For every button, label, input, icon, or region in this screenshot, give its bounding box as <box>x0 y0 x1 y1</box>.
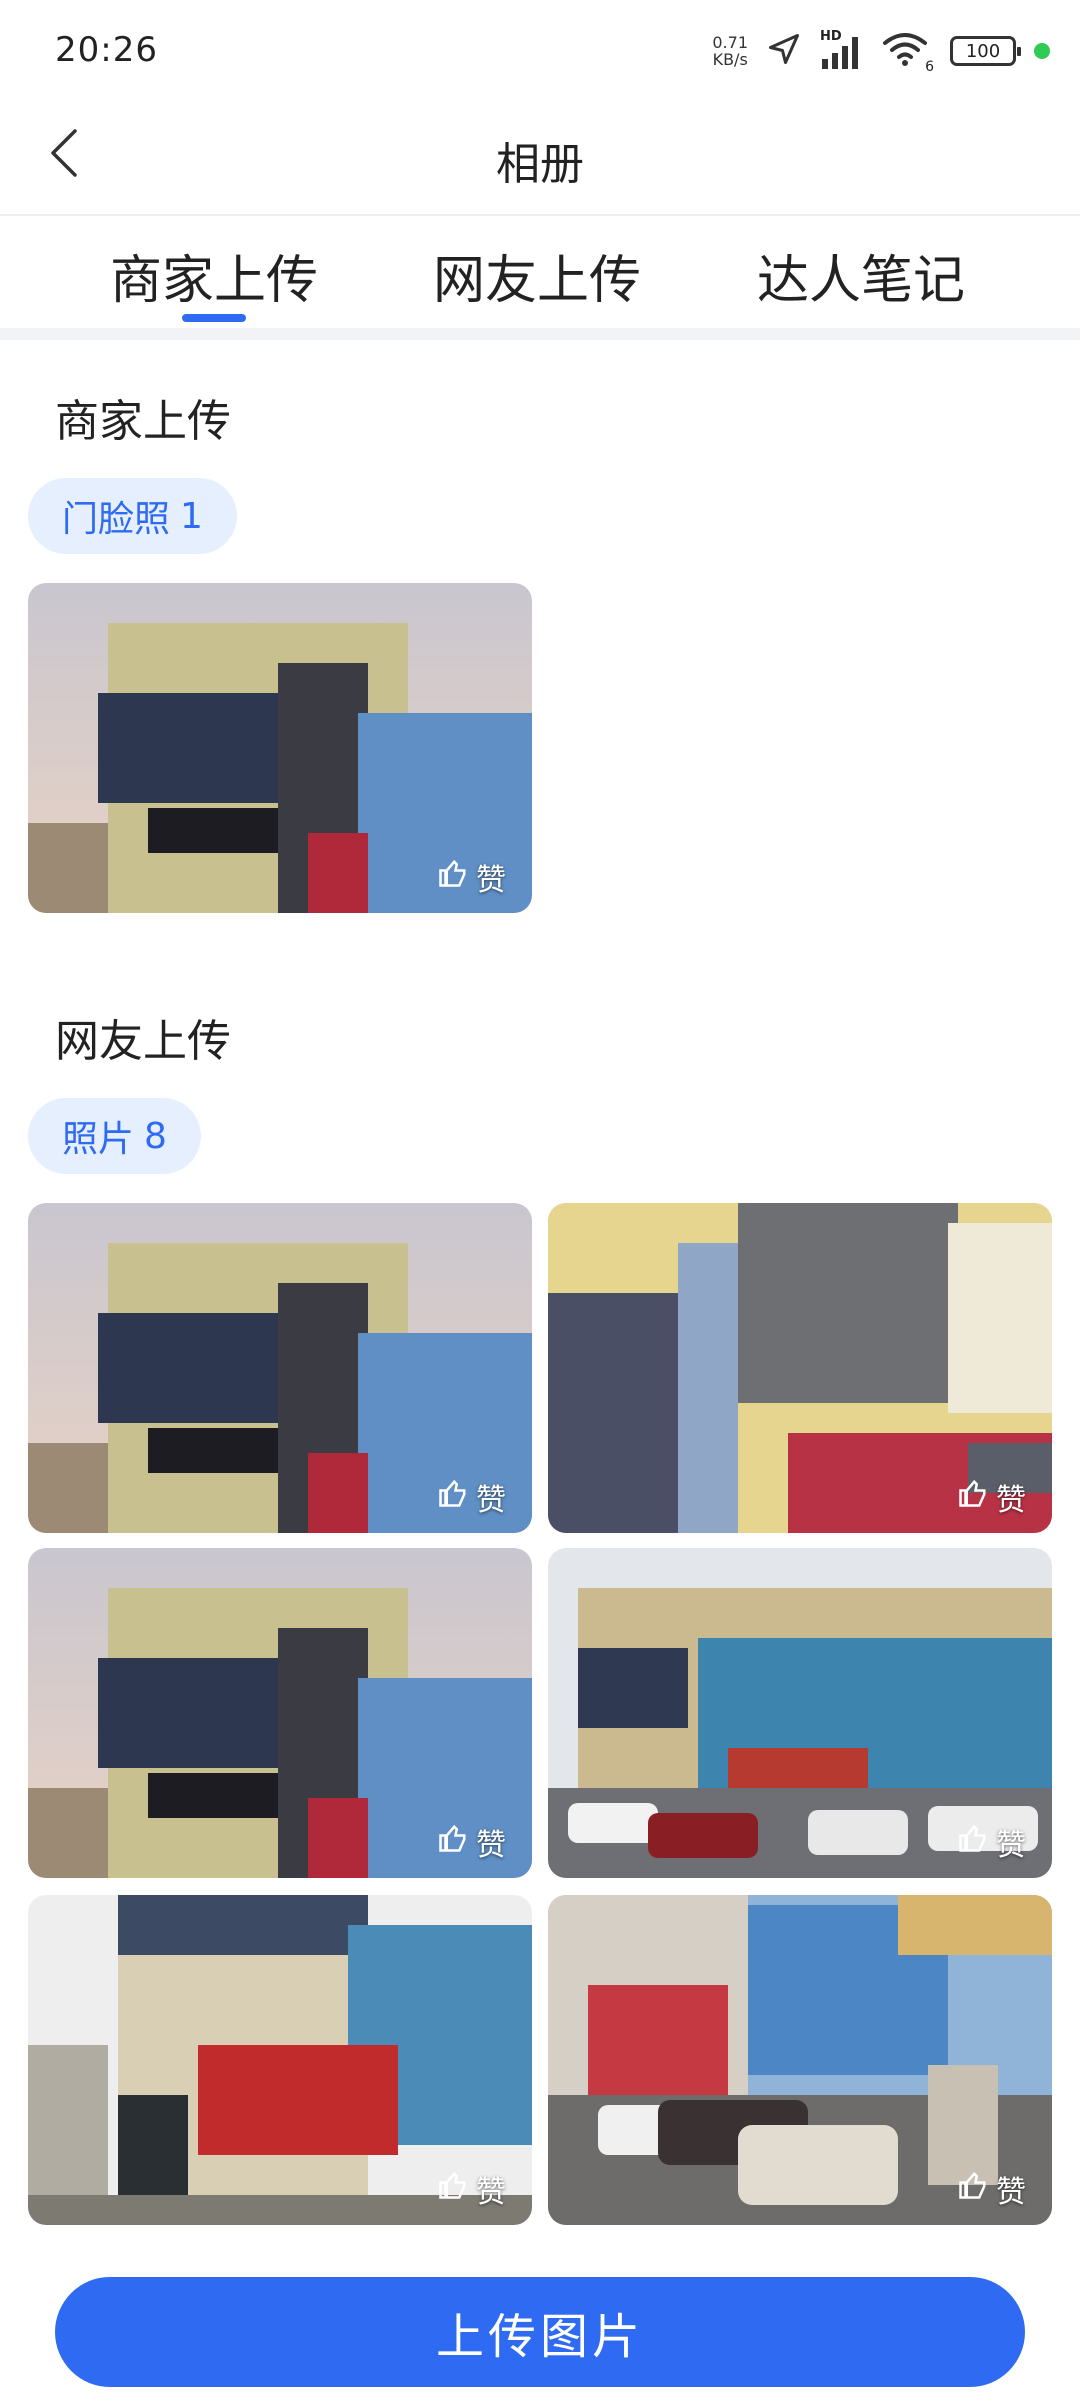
user-photo-6[interactable]: 赞 <box>548 1895 1052 2225</box>
thumbs-up-icon <box>438 2170 468 2208</box>
thumbs-up-icon <box>438 858 468 896</box>
merchant-section-title: 商家上传 <box>55 396 231 447</box>
like-button[interactable]: 赞 <box>438 1820 506 1864</box>
battery-icon: 100 <box>950 36 1021 66</box>
like-button[interactable]: 赞 <box>958 2167 1026 2211</box>
user-photo-3[interactable]: 赞 <box>28 1548 532 1878</box>
network-speed: 0.71 KB/s <box>712 33 748 69</box>
like-button[interactable]: 赞 <box>438 2167 506 2211</box>
tab-active-indicator <box>182 314 246 322</box>
thumbs-up-icon <box>958 1478 988 1516</box>
upload-photo-button[interactable]: 上传图片 <box>55 2277 1025 2387</box>
bottom-action-bar: 上传图片 <box>0 2232 1080 2400</box>
privacy-indicator-dot <box>1034 43 1050 59</box>
tab-merchant-upload[interactable]: 商家上传 <box>110 238 318 313</box>
nav-bar: 相册 <box>0 100 1080 216</box>
wifi-icon: 6 <box>882 31 934 75</box>
thumbs-up-icon <box>958 2170 988 2208</box>
thumbs-up-icon <box>438 1823 468 1861</box>
merchant-photo[interactable]: 赞 <box>28 583 532 913</box>
divider <box>0 328 1080 340</box>
tab-user-upload[interactable]: 网友上传 <box>433 238 641 313</box>
page-title: 相册 <box>496 139 584 190</box>
status-bar: 20:26 0.71 KB/s HD 6 100 <box>0 0 1080 100</box>
user-photo-5[interactable]: 赞 <box>28 1895 532 2225</box>
location-arrow-icon <box>766 31 802 71</box>
facade-photo-filter[interactable]: 门脸照 1 <box>28 478 237 554</box>
thumbs-up-icon <box>958 1823 988 1861</box>
thumbs-up-icon <box>438 1478 468 1516</box>
tab-expert-notes[interactable]: 达人笔记 <box>757 238 965 313</box>
cell-signal-icon: HD <box>820 29 864 71</box>
like-button[interactable]: 赞 <box>438 855 506 899</box>
status-icons: 0.71 KB/s HD 6 100 <box>712 26 1050 76</box>
status-time: 20:26 <box>55 30 158 70</box>
user-photo-2[interactable]: 赞 <box>548 1203 1052 1533</box>
photos-filter[interactable]: 照片 8 <box>28 1098 201 1174</box>
like-button[interactable]: 赞 <box>438 1475 506 1519</box>
user-photo-4[interactable]: 赞 <box>548 1548 1052 1878</box>
tab-bar: 商家上传 网友上传 达人笔记 <box>0 218 1080 328</box>
user-section-title: 网友上传 <box>55 1016 231 1067</box>
like-button[interactable]: 赞 <box>958 1475 1026 1519</box>
user-photo-1[interactable]: 赞 <box>28 1203 532 1533</box>
like-button[interactable]: 赞 <box>958 1820 1026 1864</box>
